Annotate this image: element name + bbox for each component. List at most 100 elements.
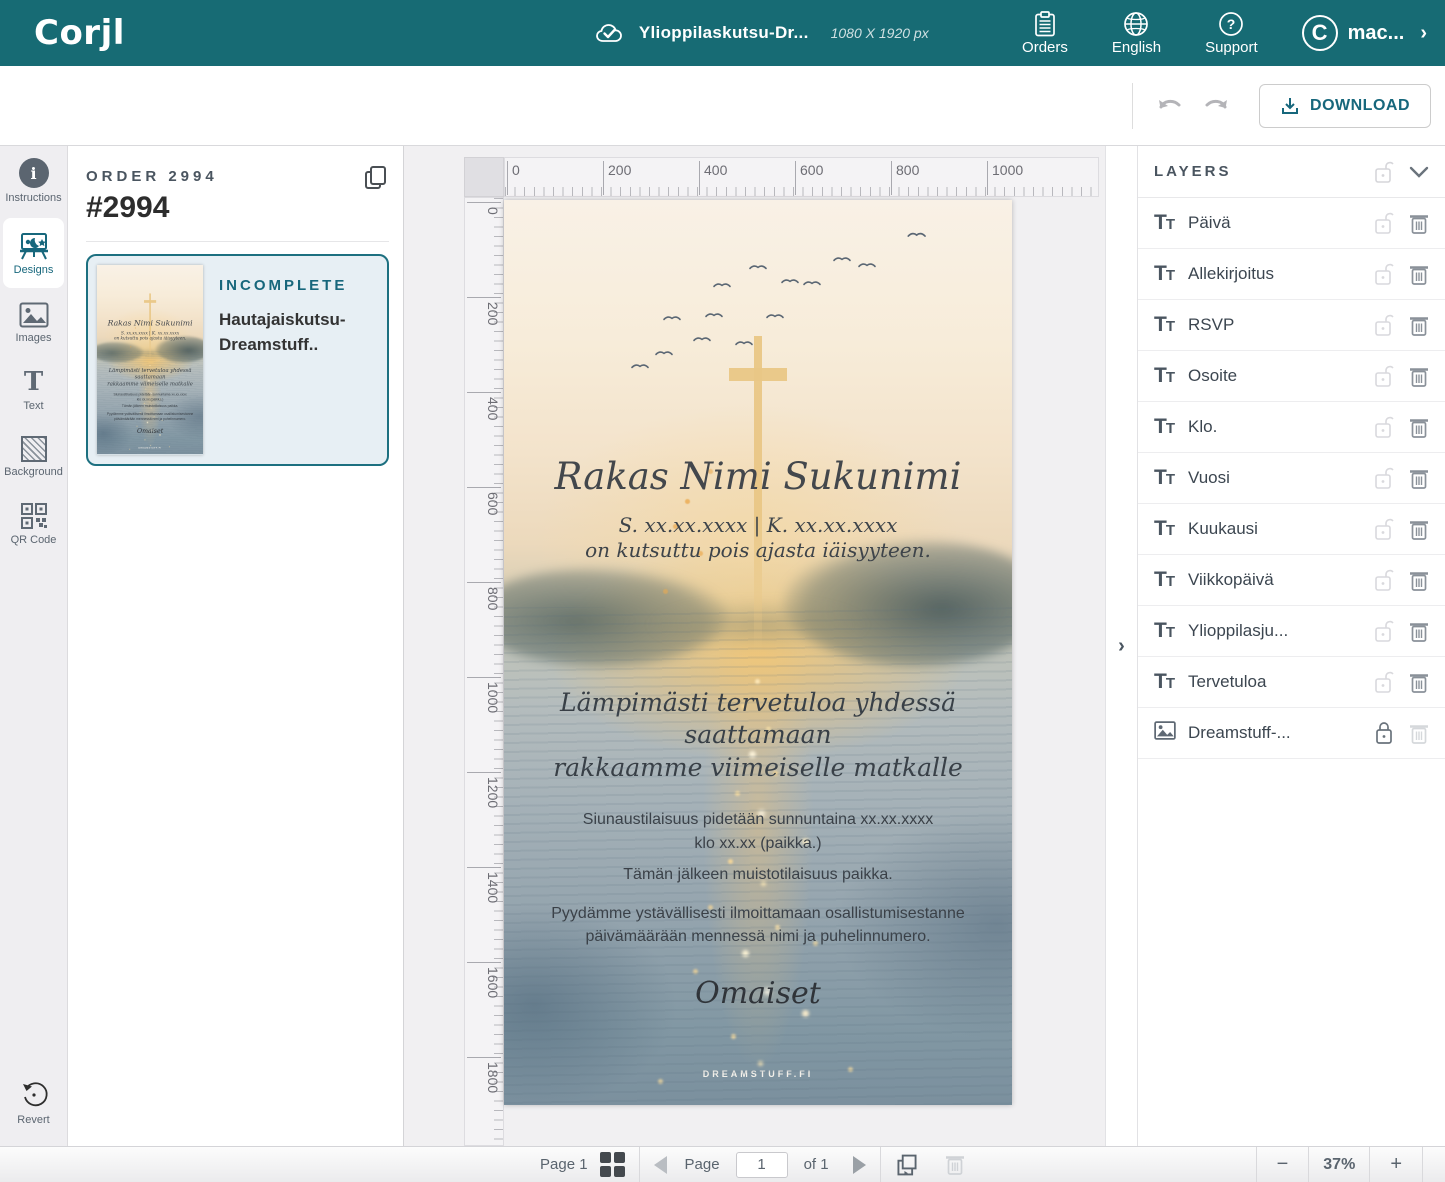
lock-open-icon[interactable] xyxy=(1373,619,1395,643)
chevron-down-icon[interactable] xyxy=(1409,166,1429,178)
design-signature-text[interactable]: Omaiset xyxy=(504,976,1012,1011)
account-logo-icon: C xyxy=(1302,15,1338,51)
design-subtitle-text[interactable]: on kutsuttu pois ajasta iäisyyteen. xyxy=(504,538,1012,562)
document-title[interactable]: Ylioppilaskutsu-Dr... xyxy=(639,23,809,43)
lock-all-icon[interactable] xyxy=(1373,160,1395,184)
lock-open-icon[interactable] xyxy=(1373,364,1395,388)
ruler-tick-label: 1000 xyxy=(467,677,501,713)
design-page[interactable]: Rakas Nimi Sukunimi S. xx.xx.xxxx | K. x… xyxy=(504,200,1012,1105)
rail-item-revert[interactable]: Revert xyxy=(0,1068,67,1138)
lock-open-icon[interactable] xyxy=(1373,466,1395,490)
rail-item-instructions[interactable]: i Instructions xyxy=(0,146,67,216)
trash-icon[interactable] xyxy=(1409,467,1429,490)
layer-name: Osoite xyxy=(1188,366,1373,386)
layer-row[interactable]: TT Dreamstuff-... xyxy=(1138,708,1445,759)
trash-icon[interactable] xyxy=(1409,620,1429,643)
pages-grid-icon[interactable] xyxy=(600,1152,625,1177)
rail-label-designs: Designs xyxy=(14,264,54,276)
ruler-corner xyxy=(464,157,504,197)
tool-rail: i Instructions Designs Images xyxy=(0,146,68,1146)
rail-item-text[interactable]: T Text xyxy=(0,356,67,424)
trash-icon[interactable] xyxy=(1409,314,1429,337)
design-details-text[interactable]: Siunaustilaisuus pidetään sunnuntaina xx… xyxy=(504,808,1012,856)
layer-row[interactable]: TT Klo. xyxy=(1138,402,1445,453)
revert-icon xyxy=(19,1080,49,1110)
layer-name: Klo. xyxy=(1188,417,1373,437)
design-memorial-text[interactable]: Tämän jälkeen muistotilaisuus paikka. xyxy=(504,866,1012,884)
trash-icon[interactable] xyxy=(1409,212,1429,235)
info-icon: i xyxy=(19,158,49,188)
rail-label-instructions: Instructions xyxy=(5,192,61,204)
layer-row[interactable]: TT Kuukausi xyxy=(1138,504,1445,555)
undo-icon[interactable] xyxy=(1155,94,1185,118)
sparkles-graphic xyxy=(504,200,507,203)
layer-row[interactable]: TT Vuosi xyxy=(1138,453,1445,504)
page-number-input[interactable] xyxy=(736,1152,788,1178)
trash-icon[interactable] xyxy=(1409,416,1429,439)
text-layer-icon: TT xyxy=(1154,466,1188,490)
layer-name: Päivä xyxy=(1188,213,1373,233)
qr-code-icon xyxy=(20,502,48,530)
trash-icon[interactable] xyxy=(1409,671,1429,694)
duplicate-page-icon[interactable] xyxy=(895,1153,919,1177)
layer-row[interactable]: TT Allekirjoitus xyxy=(1138,249,1445,300)
text-layer-icon: TT xyxy=(1154,313,1188,337)
account-menu[interactable]: C mac... › xyxy=(1302,15,1427,51)
design-dates-text[interactable]: S. xx.xx.xxxx | K. xx.xx.xxxx xyxy=(504,513,1012,537)
trash-icon[interactable] xyxy=(1409,722,1429,745)
lock-open-icon[interactable] xyxy=(1373,313,1395,337)
ruler-tick-label: 800 xyxy=(467,582,501,610)
rail-item-images[interactable]: Images xyxy=(0,290,67,356)
toolbar-divider xyxy=(1132,83,1133,129)
lock-open-icon[interactable] xyxy=(1373,262,1395,286)
lock-open-icon[interactable] xyxy=(1373,415,1395,439)
canvas-area[interactable]: 02004006008001000 0200400600800100012001… xyxy=(404,146,1105,1146)
lock-open-icon[interactable] xyxy=(1373,517,1395,541)
nav-language[interactable]: English xyxy=(1112,11,1161,56)
lock-open-icon[interactable] xyxy=(1373,211,1395,235)
trash-icon[interactable] xyxy=(1409,365,1429,388)
design-card[interactable]: Rakas Nimi Sukunimi S. xx.xx.xxxx | K. x… xyxy=(86,254,389,466)
delete-page-icon[interactable] xyxy=(945,1153,965,1176)
ruler-tick-label: 1400 xyxy=(467,867,501,903)
layer-row[interactable]: TT Osoite xyxy=(1138,351,1445,402)
download-button[interactable]: DOWNLOAD xyxy=(1259,84,1431,128)
ruler-tick-label: 600 xyxy=(795,161,823,195)
layer-row[interactable]: TT Tervetuloa xyxy=(1138,657,1445,708)
layer-row[interactable]: TT Viikkopäivä xyxy=(1138,555,1445,606)
prev-page-icon[interactable] xyxy=(654,1156,667,1174)
trash-icon[interactable] xyxy=(1409,518,1429,541)
layer-row[interactable]: TT Ylioppilasju... xyxy=(1138,606,1445,657)
nav-support[interactable]: ? Support xyxy=(1205,11,1258,56)
copy-icon[interactable] xyxy=(363,164,389,192)
lock-open-icon[interactable] xyxy=(1373,568,1395,592)
cloud-saved-icon xyxy=(595,22,625,44)
svg-text:?: ? xyxy=(1227,16,1236,32)
rail-label-qrcode: QR Code xyxy=(11,534,57,546)
design-welcome-text[interactable]: Lämpimästi tervetuloa yhdessäsaattamaanr… xyxy=(504,687,1012,785)
rail-item-background[interactable]: Background xyxy=(0,424,67,490)
rail-item-designs[interactable]: Designs xyxy=(3,218,64,288)
collapse-chevron-icon[interactable]: › xyxy=(1118,635,1125,658)
design-rsvp-text[interactable]: Pyydämme ystävällisesti ilmoittamaan osa… xyxy=(504,902,1012,948)
layer-row[interactable]: TT Päivä xyxy=(1138,198,1445,249)
layer-row[interactable]: TT RSVP xyxy=(1138,300,1445,351)
zoom-out-button[interactable]: − xyxy=(1271,1153,1295,1176)
lock-open-icon[interactable] xyxy=(1373,670,1395,694)
layer-name: Ylioppilasju... xyxy=(1188,621,1373,641)
trash-icon[interactable] xyxy=(1409,263,1429,286)
chevron-right-icon: › xyxy=(1420,22,1427,45)
redo-icon[interactable] xyxy=(1201,94,1231,118)
next-page-icon[interactable] xyxy=(853,1156,866,1174)
zoom-in-button[interactable]: + xyxy=(1384,1153,1408,1176)
trash-icon[interactable] xyxy=(1409,569,1429,592)
nav-orders[interactable]: Orders xyxy=(1022,11,1068,56)
lock-closed-icon[interactable] xyxy=(1373,721,1395,745)
design-title-text[interactable]: Rakas Nimi Sukunimi xyxy=(504,455,1012,498)
rail-label-text: Text xyxy=(23,400,43,412)
rail-label-revert: Revert xyxy=(17,1114,49,1126)
rail-item-qrcode[interactable]: QR Code xyxy=(0,490,67,558)
design-brand-text: DREAMSTUFF.FI xyxy=(504,1069,1012,1079)
page-count-label: of 1 xyxy=(804,1156,829,1173)
layers-panel: LAYERS TT Päivä xyxy=(1137,146,1445,1146)
